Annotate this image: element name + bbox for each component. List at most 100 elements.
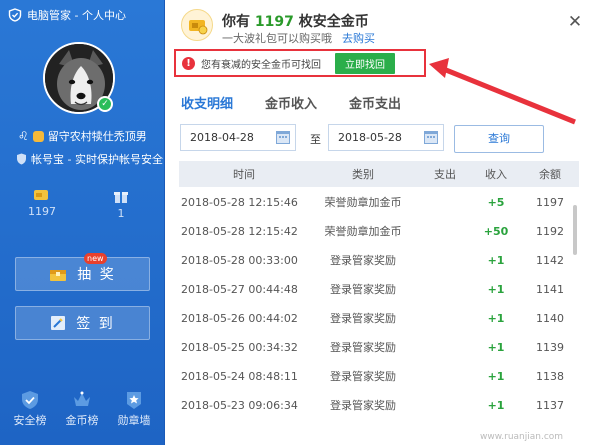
nav-medal-wall[interactable]: 勋章墙 xyxy=(114,390,154,428)
coin-stat-value: 1197 xyxy=(28,205,56,218)
tab-expense[interactable]: 金币支出 xyxy=(349,93,401,112)
checkin-label: 签 到 xyxy=(76,316,115,332)
col-time: 时间 xyxy=(233,168,255,181)
row-in: +5 xyxy=(487,195,505,209)
tab-all[interactable]: 收支明细 xyxy=(181,93,233,112)
treasure-chest-icon xyxy=(50,270,67,281)
coin-header-icon xyxy=(181,9,213,41)
table-row: 2018-05-25 00:34:32 登录管家奖励 +1 1139 xyxy=(179,332,579,362)
scrollbar[interactable] xyxy=(573,205,577,255)
query-button[interactable]: 查询 xyxy=(454,125,544,153)
row-time: 2018-05-26 00:44:02 xyxy=(181,311,298,325)
recover-alert: ! 您有衰减的安全金币可找回 立即找回 xyxy=(174,49,426,77)
recover-button[interactable]: 立即找回 xyxy=(335,52,395,74)
subline-text: 一大波礼包可以购买哦 xyxy=(222,32,332,45)
row-balance: 1138 xyxy=(536,369,564,383)
row-in: +1 xyxy=(487,369,505,383)
alert-text: 您有衰减的安全金币可找回 xyxy=(201,59,321,71)
table-row: 2018-05-28 12:15:42 荣誉勋章加金币 +50 1192 xyxy=(179,216,579,246)
headline-suffix: 枚安全金币 xyxy=(298,14,369,30)
row-balance: 1192 xyxy=(536,224,564,238)
table-header: 时间 类别 支出 收入 余额 xyxy=(179,161,579,187)
alert-icon: ! xyxy=(182,56,195,70)
table-row: 2018-05-26 00:44:02 登录管家奖励 +1 1140 xyxy=(179,303,579,333)
username[interactable]: 留守农村犊仕禿顶男 xyxy=(48,128,147,144)
col-out: 支出 xyxy=(434,168,456,181)
row-balance: 1140 xyxy=(536,311,564,325)
constellation-icon: ♌ xyxy=(18,129,29,143)
checkin-button[interactable]: 签 到 xyxy=(15,306,150,340)
security-line[interactable]: 帐号宝 - 实时保护帐号安全 xyxy=(16,151,163,167)
coin-subline: 一大波礼包可以购买哦 去购买 xyxy=(222,30,375,46)
col-balance: 余额 xyxy=(539,168,561,181)
table-row: 2018-05-24 08:48:11 登录管家奖励 +1 1138 xyxy=(179,361,579,391)
app-title: 电脑管家 - 个人中心 xyxy=(27,9,126,22)
title-bar: 电脑管家 - 个人中心 xyxy=(0,0,164,30)
gift-stat[interactable]: 1 xyxy=(101,188,141,220)
close-icon[interactable]: ✕ xyxy=(567,14,583,31)
row-time: 2018-05-28 00:33:00 xyxy=(181,253,298,267)
coin-headline: 你有 1197 枚安全金币 xyxy=(222,11,369,31)
headline-prefix: 你有 xyxy=(222,14,250,30)
gold-coin-icon xyxy=(34,190,48,200)
start-date-value: 2018-04-28 xyxy=(190,131,254,144)
row-type: 荣誉勋章加金币 xyxy=(324,196,402,209)
row-in: +1 xyxy=(487,253,505,267)
row-time: 2018-05-28 12:15:42 xyxy=(181,224,298,238)
gift-icon xyxy=(114,192,128,203)
nav-security-rank[interactable]: 安全榜 xyxy=(10,390,50,428)
verified-badge-icon: ✓ xyxy=(97,96,113,112)
shield-icon xyxy=(17,153,26,165)
row-type: 登录管家奖励 xyxy=(330,312,396,325)
date-to-label: 至 xyxy=(310,133,321,146)
col-in: 收入 xyxy=(485,168,507,181)
coin-stat[interactable]: 1197 xyxy=(22,188,62,218)
nav-security-rank-label: 安全榜 xyxy=(13,414,47,427)
nav-coin-rank-label: 金币榜 xyxy=(65,414,99,427)
table-row: 2018-05-28 00:33:00 登录管家奖励 +1 1142 xyxy=(179,245,579,275)
row-type: 荣誉勋章加金币 xyxy=(324,225,402,238)
medal-icon xyxy=(127,392,141,409)
tab-bar: 收支明细 金币收入 金币支出 xyxy=(181,93,401,112)
calendar-icon[interactable] xyxy=(275,129,291,145)
table-row: 2018-05-23 09:06:34 登录管家奖励 +1 1137 xyxy=(179,390,579,420)
gold-coin-icon xyxy=(189,20,208,35)
row-type: 登录管家奖励 xyxy=(330,341,396,354)
lottery-button[interactable]: 抽 奖 xyxy=(15,257,150,291)
lottery-label: 抽 奖 xyxy=(77,267,116,283)
row-in: +50 xyxy=(483,224,509,238)
security-label: 帐号宝 - 实时保护帐号安全 xyxy=(31,153,163,166)
row-in: +1 xyxy=(487,340,505,354)
row-balance: 1141 xyxy=(536,282,564,296)
table-row: 2018-05-27 00:44:48 登录管家奖励 +1 1141 xyxy=(179,274,579,304)
crown-icon xyxy=(74,391,90,406)
nav-coin-rank[interactable]: 金币榜 xyxy=(62,390,102,428)
nav-medal-wall-label: 勋章墙 xyxy=(117,414,151,427)
row-balance: 1142 xyxy=(536,253,564,267)
checkin-icon xyxy=(51,316,66,330)
row-in: +1 xyxy=(487,282,505,296)
new-tag: new xyxy=(84,253,107,264)
row-time: 2018-05-24 08:48:11 xyxy=(181,369,298,383)
annotation-arrow-icon xyxy=(429,58,576,125)
calendar-icon[interactable] xyxy=(423,129,439,145)
row-time: 2018-05-28 12:15:46 xyxy=(181,195,298,209)
row-balance: 1137 xyxy=(536,398,564,412)
row-time: 2018-05-27 00:44:48 xyxy=(181,282,298,296)
row-time: 2018-05-23 09:06:34 xyxy=(181,398,298,412)
row-time: 2018-05-25 00:34:32 xyxy=(181,340,298,354)
row-balance: 1139 xyxy=(536,340,564,354)
app-logo-icon xyxy=(8,8,22,22)
row-type: 登录管家奖励 xyxy=(330,370,396,383)
start-date-field[interactable]: 2018-04-28 xyxy=(180,124,296,151)
sidebar: 电脑管家 - 个人中心 ✓ ♌ 留守农村犊仕禿顶男 帐号宝 - 实时保护帐号安全… xyxy=(0,0,165,445)
buy-link[interactable]: 去购买 xyxy=(342,32,375,45)
col-type: 类别 xyxy=(352,168,374,181)
gift-stat-value: 1 xyxy=(117,207,125,220)
vip-icon xyxy=(32,130,44,142)
row-type: 登录管家奖励 xyxy=(330,399,396,412)
end-date-field[interactable]: 2018-05-28 xyxy=(328,124,444,151)
row-in: +1 xyxy=(487,311,505,325)
watermark: www.ruanjian.com xyxy=(480,432,564,442)
tab-income[interactable]: 金币收入 xyxy=(265,93,317,112)
